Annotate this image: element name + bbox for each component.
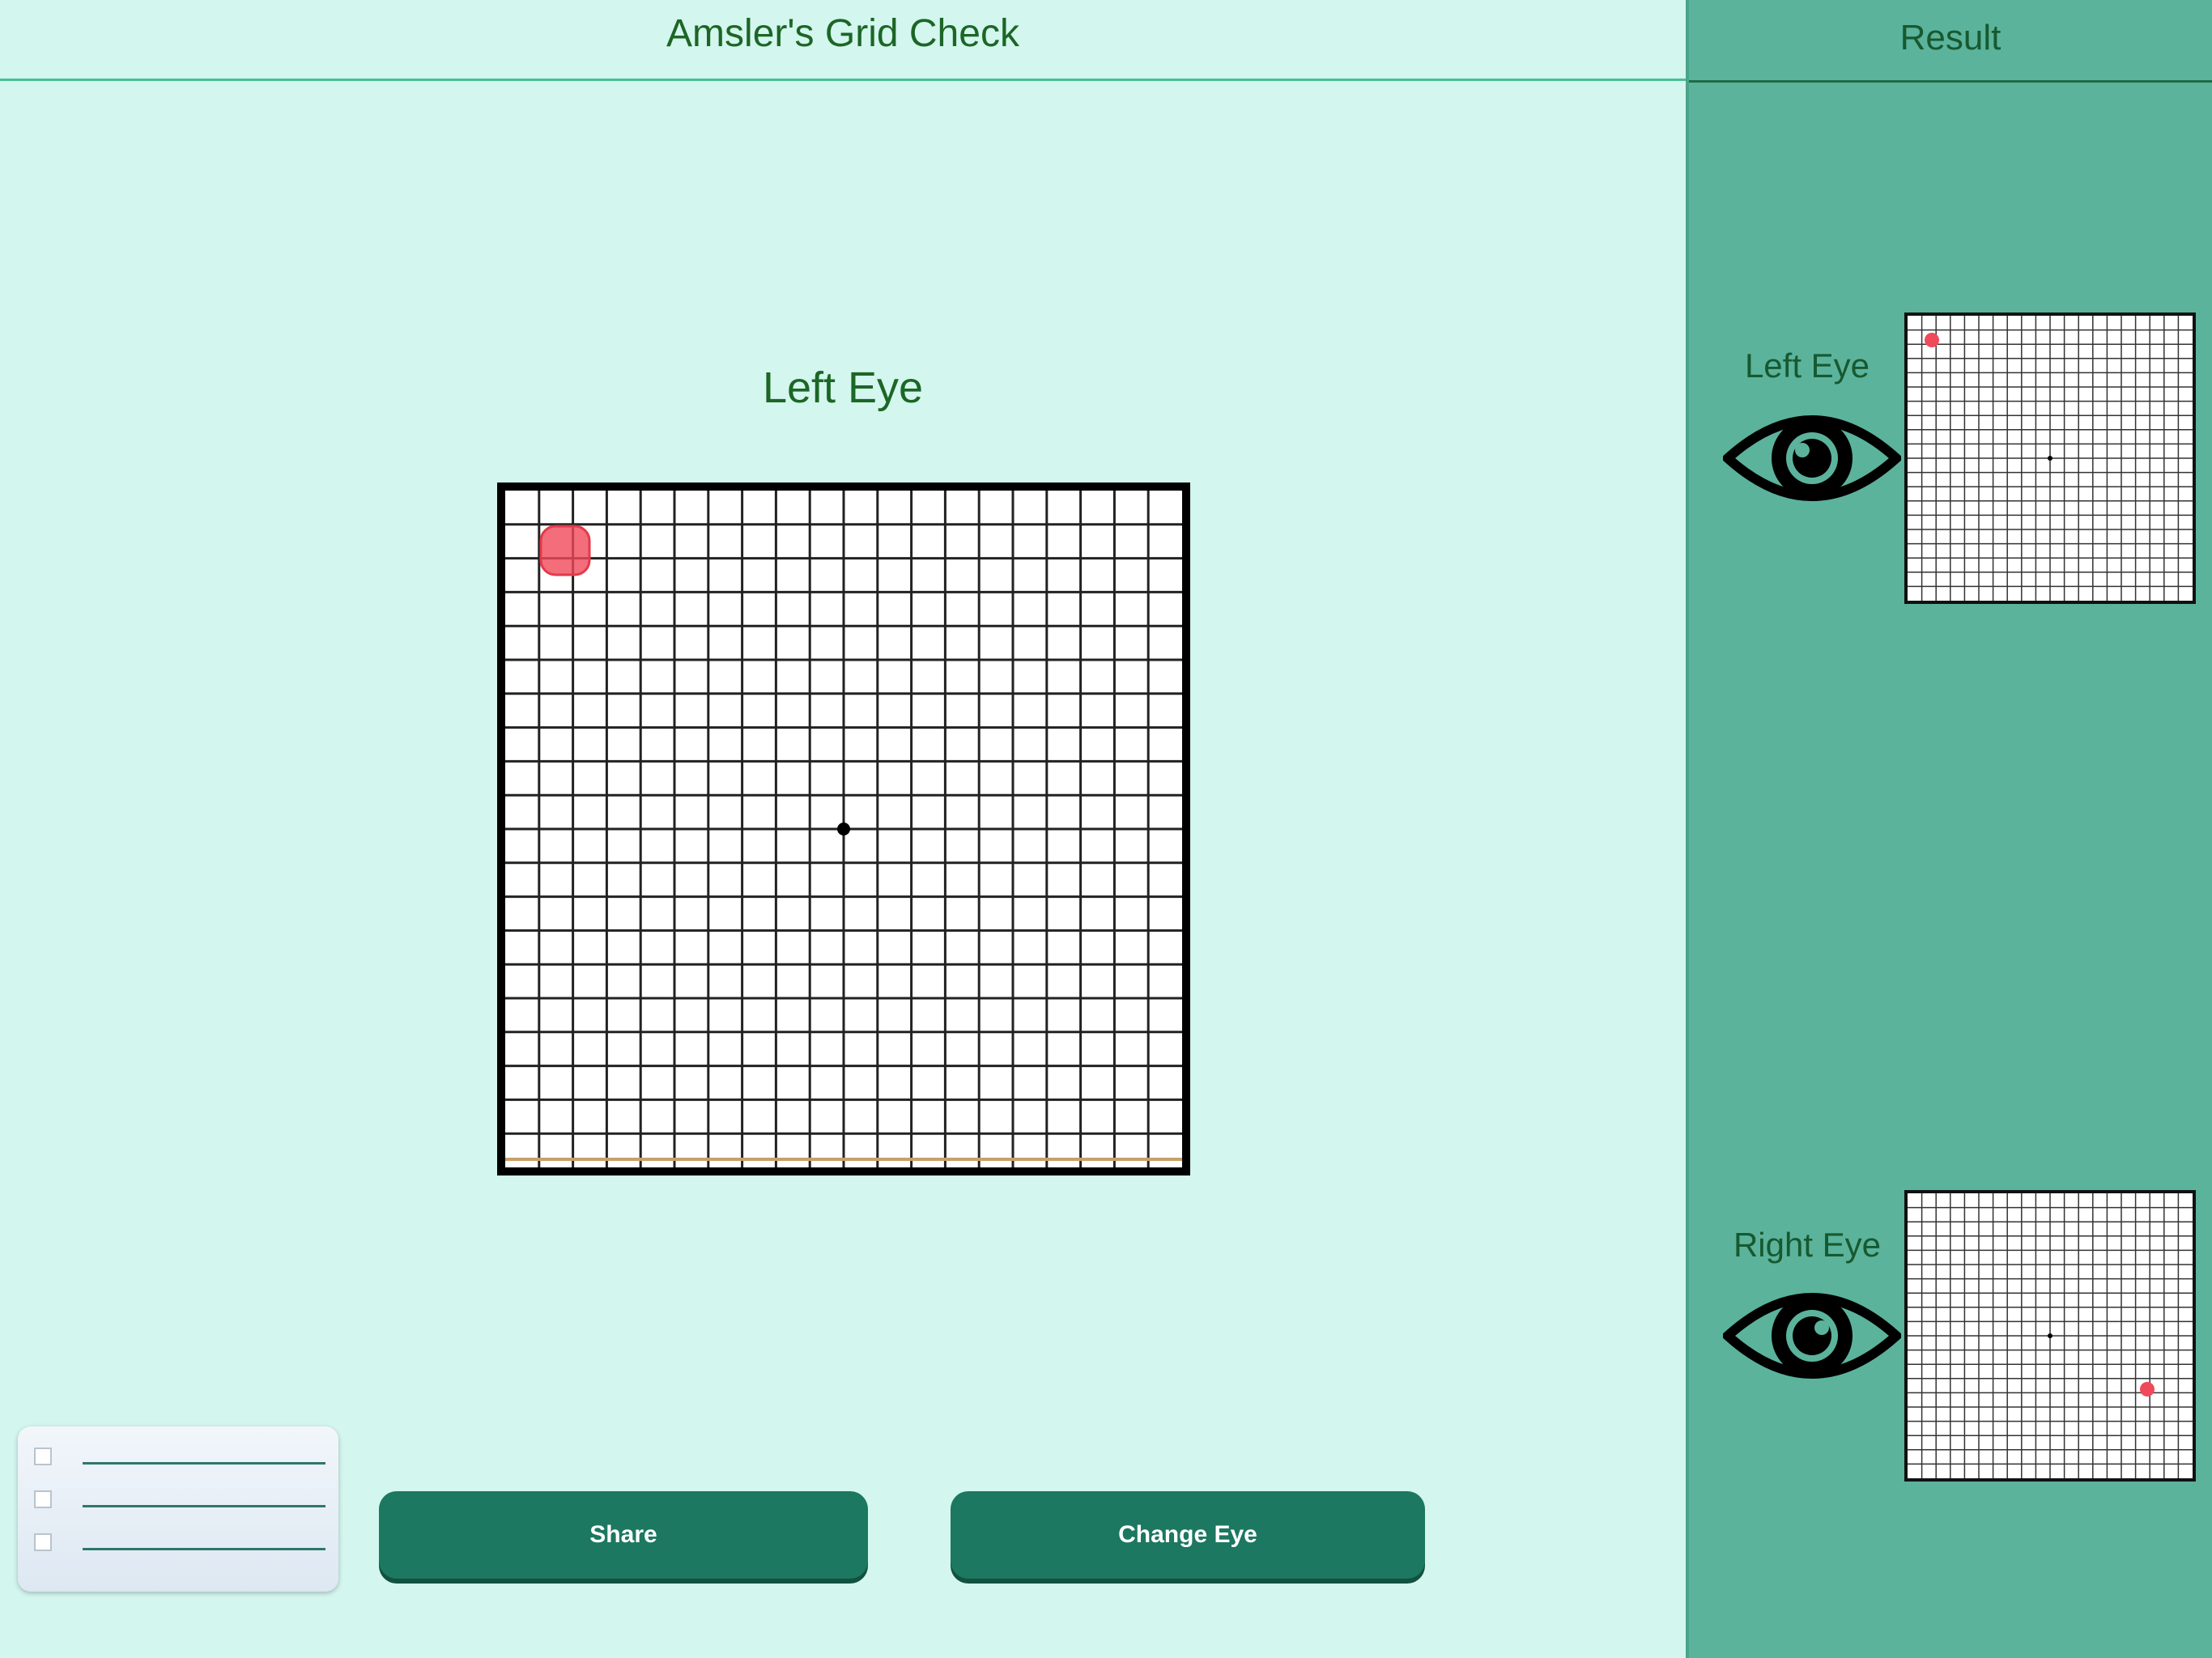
current-eye-title: Left Eye: [762, 363, 924, 412]
checklist-line: [83, 1548, 325, 1550]
eye-icon: [1723, 1293, 1901, 1379]
result-title: Result: [1899, 18, 2001, 57]
distortion-marker[interactable]: [539, 525, 591, 576]
fixation-dot: [837, 823, 850, 835]
left-eye-result-grid: [1904, 312, 2196, 604]
distortion-marker: [2140, 1382, 2155, 1397]
checklist-icon[interactable]: [18, 1426, 338, 1592]
checkbox-icon: [34, 1490, 52, 1508]
distortion-marker: [1925, 333, 1939, 347]
right-eye-label: Right Eye: [1733, 1226, 1882, 1264]
result-panel: Result Left Eye Right Eye: [1686, 0, 2212, 1658]
checklist-line: [83, 1462, 325, 1465]
checkbox-icon: [34, 1533, 52, 1551]
checklist-row: [34, 1487, 325, 1511]
left-eye-label: Left Eye: [1744, 346, 1870, 385]
right-eye-result-grid: [1904, 1190, 2196, 1482]
fixation-dot: [2048, 456, 2052, 461]
change-eye-button[interactable]: Change Eye: [951, 1491, 1425, 1579]
fixation-dot: [2048, 1333, 2052, 1338]
share-button[interactable]: Share: [379, 1491, 868, 1579]
checklist-row: [34, 1530, 325, 1554]
amsler-grid[interactable]: [497, 483, 1190, 1175]
checkbox-icon: [34, 1448, 52, 1465]
eye-icon: [1723, 415, 1901, 501]
checklist-line: [83, 1505, 325, 1507]
main-header: Amsler's Grid Check: [0, 0, 1686, 81]
amsler-grid-lines: [505, 491, 1182, 1167]
page-title: Amsler's Grid Check: [666, 12, 1019, 55]
result-header: Result: [1689, 0, 2212, 83]
checklist-row: [34, 1444, 325, 1469]
